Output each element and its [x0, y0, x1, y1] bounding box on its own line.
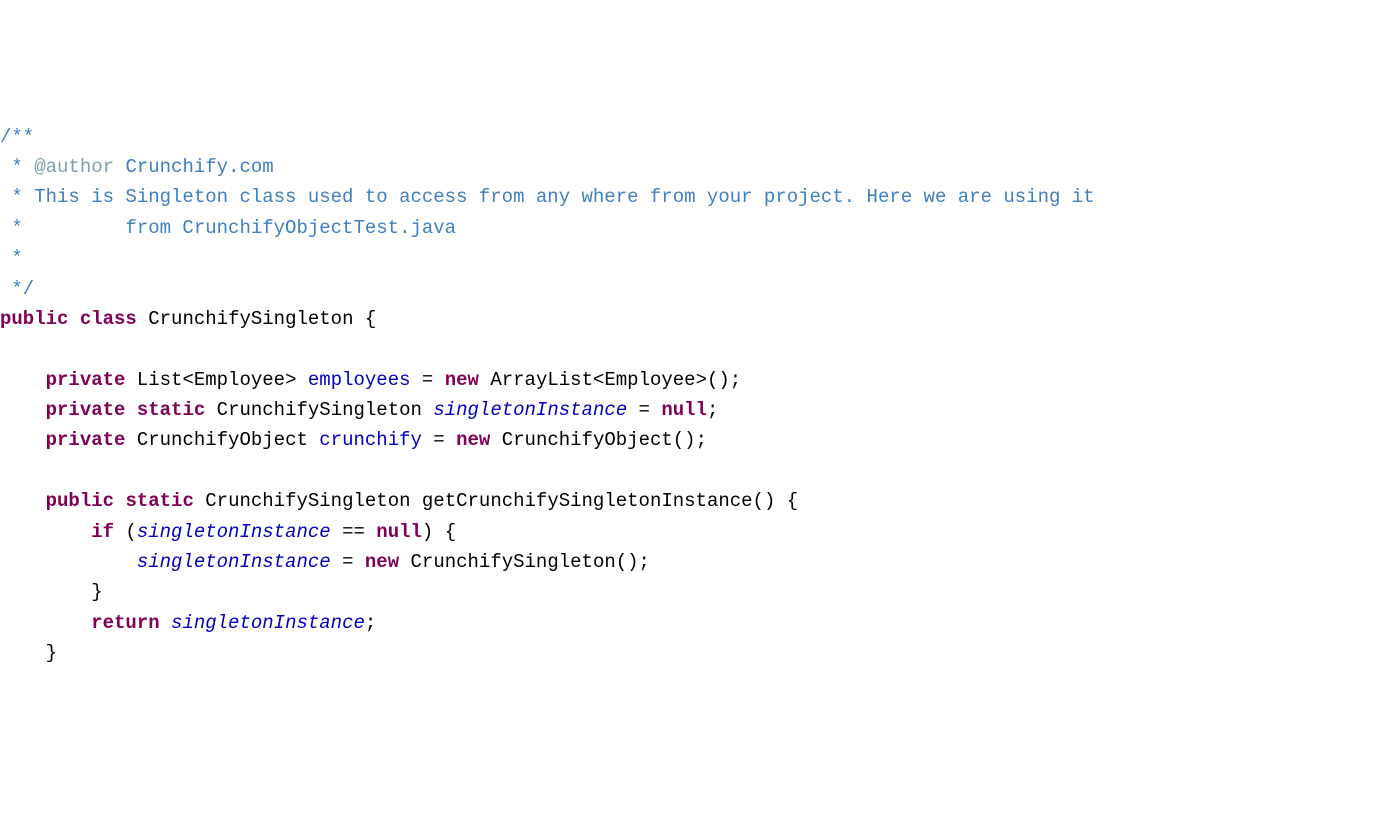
semicolon: ; — [707, 399, 718, 421]
brace-close: } — [0, 642, 57, 664]
field-singleton-instance: singletonInstance — [171, 612, 365, 634]
indent — [0, 429, 46, 451]
indent — [0, 612, 91, 634]
keyword-static: static — [125, 490, 193, 512]
brace-close: } — [0, 581, 103, 603]
keyword-null: null — [376, 521, 422, 543]
javadoc-line: * — [0, 247, 23, 269]
equals: = — [422, 429, 456, 451]
field-singleton-instance: singletonInstance — [137, 551, 331, 573]
method-name: getCrunchifySingletonInstance() — [422, 490, 775, 512]
constructor-call: ArrayList<Employee>(); — [479, 369, 741, 391]
javadoc-line: * from CrunchifyObjectTest.java — [0, 217, 456, 239]
semicolon: ; — [365, 612, 376, 634]
keyword-private: private — [46, 429, 126, 451]
field-employees: employees — [308, 369, 411, 391]
keyword-class: class — [80, 308, 137, 330]
constructor-call: CrunchifySingleton(); — [399, 551, 650, 573]
paren-close-brace: ) { — [422, 521, 456, 543]
keyword-if: if — [91, 521, 114, 543]
type: List<Employee> — [137, 369, 297, 391]
return-type: CrunchifySingleton — [205, 490, 410, 512]
space — [160, 612, 171, 634]
keyword-private: private — [46, 399, 126, 421]
paren-open: ( — [114, 521, 137, 543]
keyword-public: public — [0, 308, 68, 330]
indent — [0, 551, 137, 573]
keyword-new: new — [445, 369, 479, 391]
equals: = — [331, 551, 365, 573]
keyword-return: return — [91, 612, 159, 634]
keyword-new: new — [456, 429, 490, 451]
indent — [0, 490, 46, 512]
indent — [0, 369, 46, 391]
javadoc-close: */ — [0, 278, 34, 300]
class-name: CrunchifySingleton — [148, 308, 353, 330]
javadoc-author-value: Crunchify.com — [114, 156, 274, 178]
brace: { — [787, 490, 798, 512]
keyword-new: new — [365, 551, 399, 573]
field-crunchify: crunchify — [319, 429, 422, 451]
type: CrunchifyObject — [137, 429, 308, 451]
keyword-private: private — [46, 369, 126, 391]
equals: = — [411, 369, 445, 391]
brace: { — [365, 308, 376, 330]
equals: = — [627, 399, 661, 421]
keyword-public: public — [46, 490, 114, 512]
equals-equals: == — [331, 521, 377, 543]
field-singleton-instance: singletonInstance — [137, 521, 331, 543]
indent — [0, 521, 91, 543]
indent — [0, 399, 46, 421]
field-singleton-instance: singletonInstance — [433, 399, 627, 421]
keyword-null: null — [661, 399, 707, 421]
constructor-call: CrunchifyObject(); — [490, 429, 707, 451]
javadoc-line: * — [0, 156, 34, 178]
type: CrunchifySingleton — [217, 399, 422, 421]
code-block: /** * @author Crunchify.com * This is Si… — [0, 122, 1380, 669]
javadoc-author-tag: @author — [34, 156, 114, 178]
javadoc-open: /** — [0, 126, 34, 148]
javadoc-line: * This is Singleton class used to access… — [0, 186, 1095, 208]
keyword-static: static — [137, 399, 205, 421]
